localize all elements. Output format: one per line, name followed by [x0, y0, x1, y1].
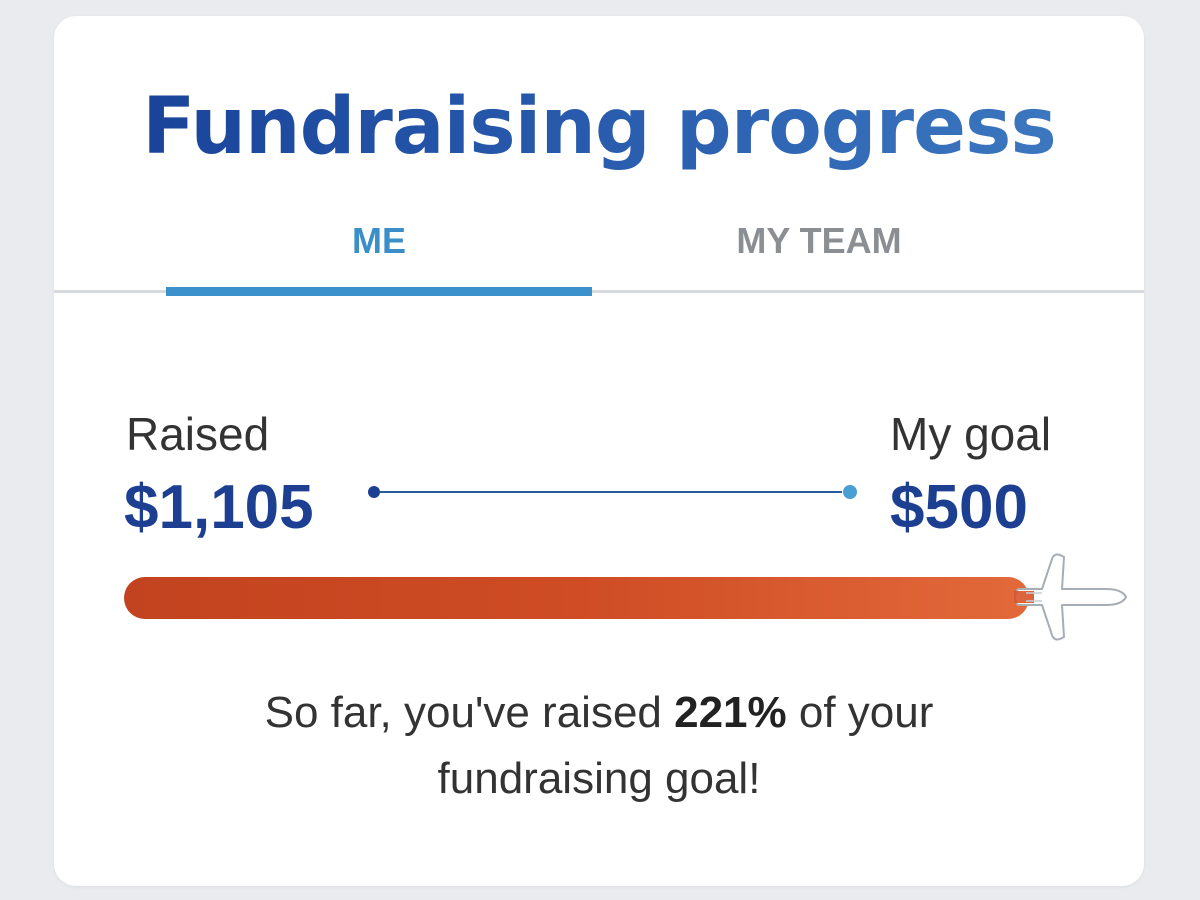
connector-end-dot — [843, 485, 857, 499]
summary-prefix: So far, you've raised — [264, 688, 675, 737]
progress-summary: So far, you've raised 221% of your fundr… — [54, 680, 1144, 812]
fundraising-card: Fundraising progress ME MY TEAM Raised $… — [54, 16, 1144, 886]
raised-to-goal-connector — [368, 485, 857, 499]
goal-label: My goal — [890, 408, 1052, 460]
tab-bar: ME MY TEAM — [54, 216, 1144, 296]
summary-line2: fundraising goal! — [437, 754, 761, 803]
summary-percent: 221% — [674, 688, 787, 737]
connector-start-dot — [368, 486, 380, 498]
progress-track — [124, 577, 1029, 619]
airplane-icon — [1014, 553, 1127, 641]
goal-amount: $500 — [890, 473, 1028, 542]
tab-my-team[interactable]: MY TEAM — [614, 216, 1024, 290]
summary-suffix: of your — [786, 688, 934, 737]
raised-label: Raised — [126, 408, 270, 460]
tab-me[interactable]: ME — [166, 216, 592, 296]
raised-amount: $1,105 — [124, 473, 314, 542]
progress-fill — [124, 577, 1029, 619]
page-title: Fundraising progress — [54, 82, 1144, 172]
